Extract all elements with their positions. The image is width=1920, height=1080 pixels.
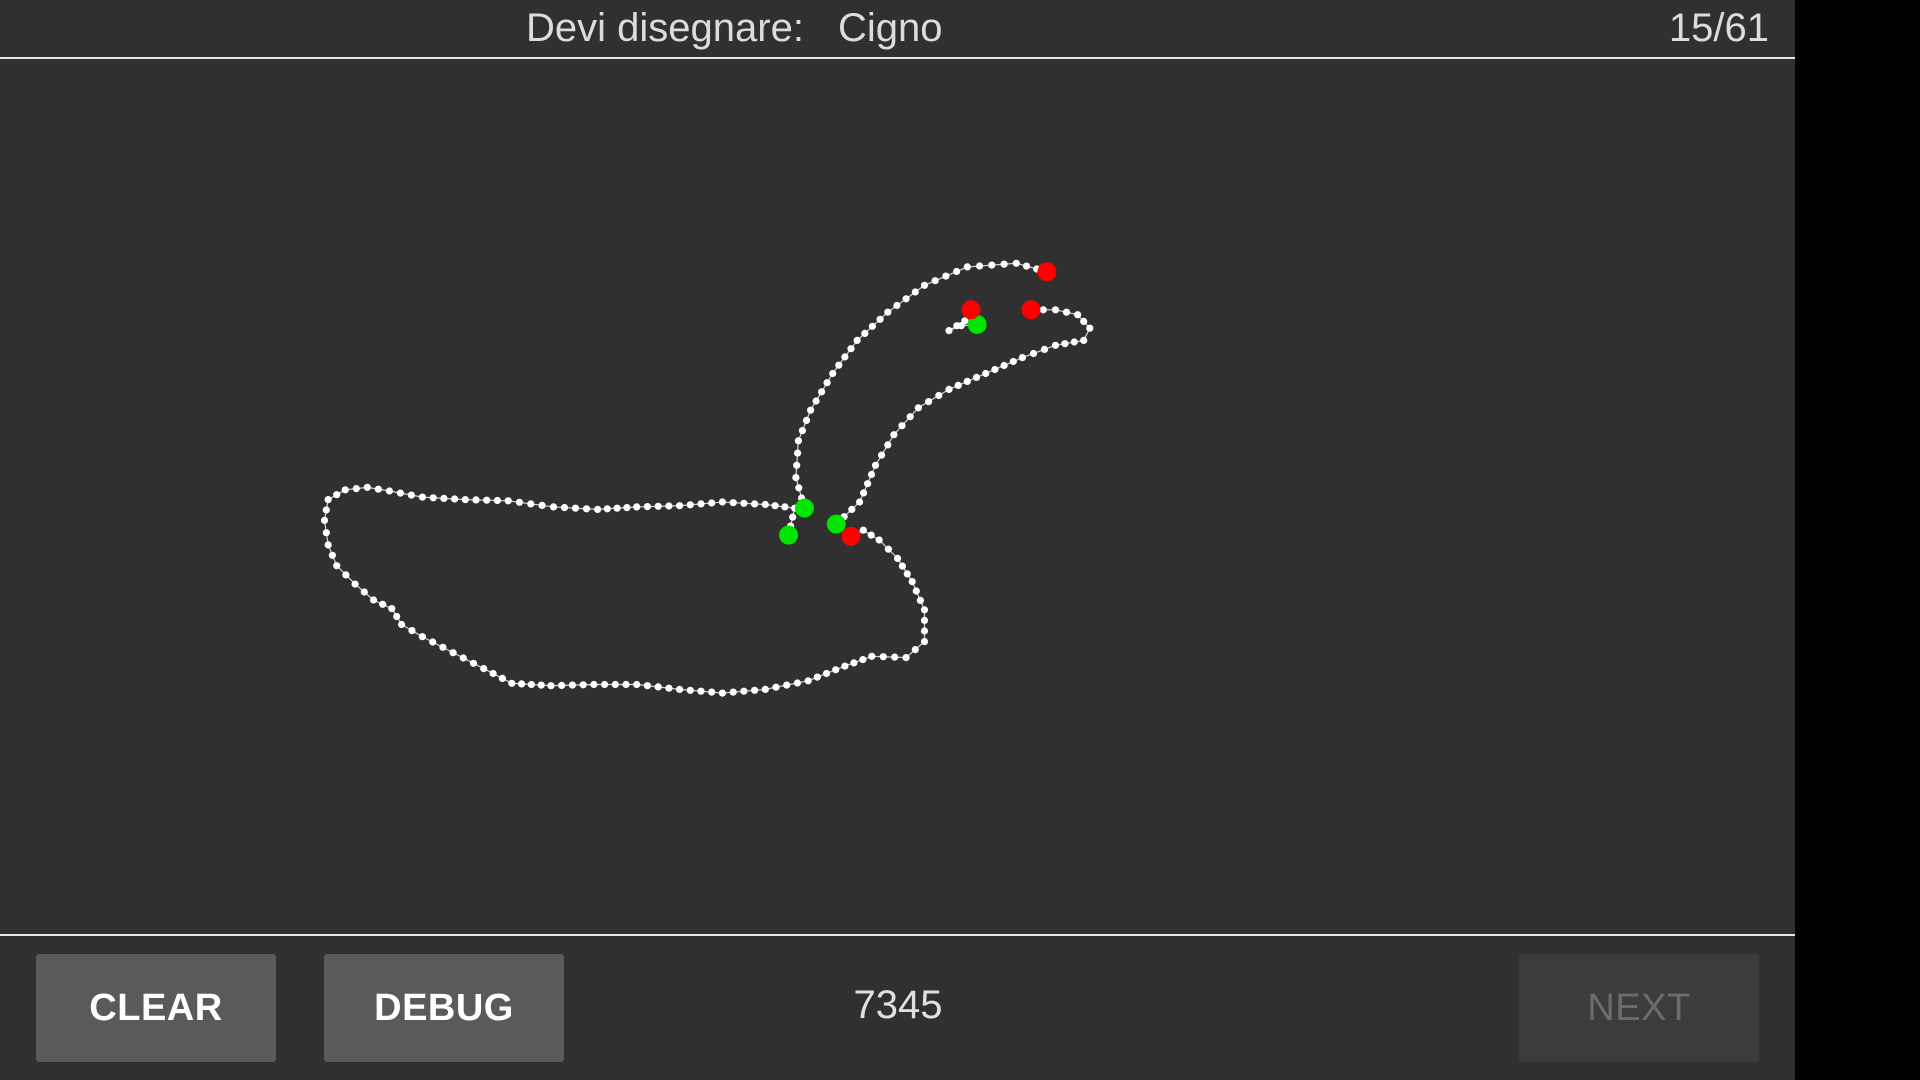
drawing-canvas[interactable] (0, 59, 1795, 934)
stroke-end-marker (1021, 300, 1041, 320)
debug-button[interactable]: DEBUG (324, 954, 564, 1062)
stroke-start-marker (794, 498, 814, 518)
drawing-prompt: Devi disegnare: Cigno (526, 6, 942, 51)
progress-counter: 15/61 (1668, 6, 1769, 50)
beak-stroke (945, 300, 987, 335)
stroke-start-marker (779, 525, 799, 545)
app-window: Devi disegnare: Cigno 15/61 CLEAR DEBUG 7… (0, 0, 1795, 1080)
prompt-label: Devi disegnare: (526, 6, 804, 50)
next-button[interactable]: NEXT (1519, 954, 1759, 1062)
header-bar: Devi disegnare: Cigno 15/61 (0, 0, 1795, 59)
stroke-end-marker (1037, 262, 1057, 282)
stroke-start-marker (826, 514, 846, 534)
bottom-divider (0, 934, 1795, 936)
score-value: 7345 (853, 983, 943, 1027)
stroke-end-marker (961, 300, 981, 320)
navigation-strip (1795, 0, 1920, 1080)
clear-button[interactable]: CLEAR (36, 954, 276, 1062)
neck-back-stroke (792, 259, 1057, 518)
prompt-word: Cigno (837, 6, 943, 50)
stroke-end-marker (841, 526, 861, 546)
